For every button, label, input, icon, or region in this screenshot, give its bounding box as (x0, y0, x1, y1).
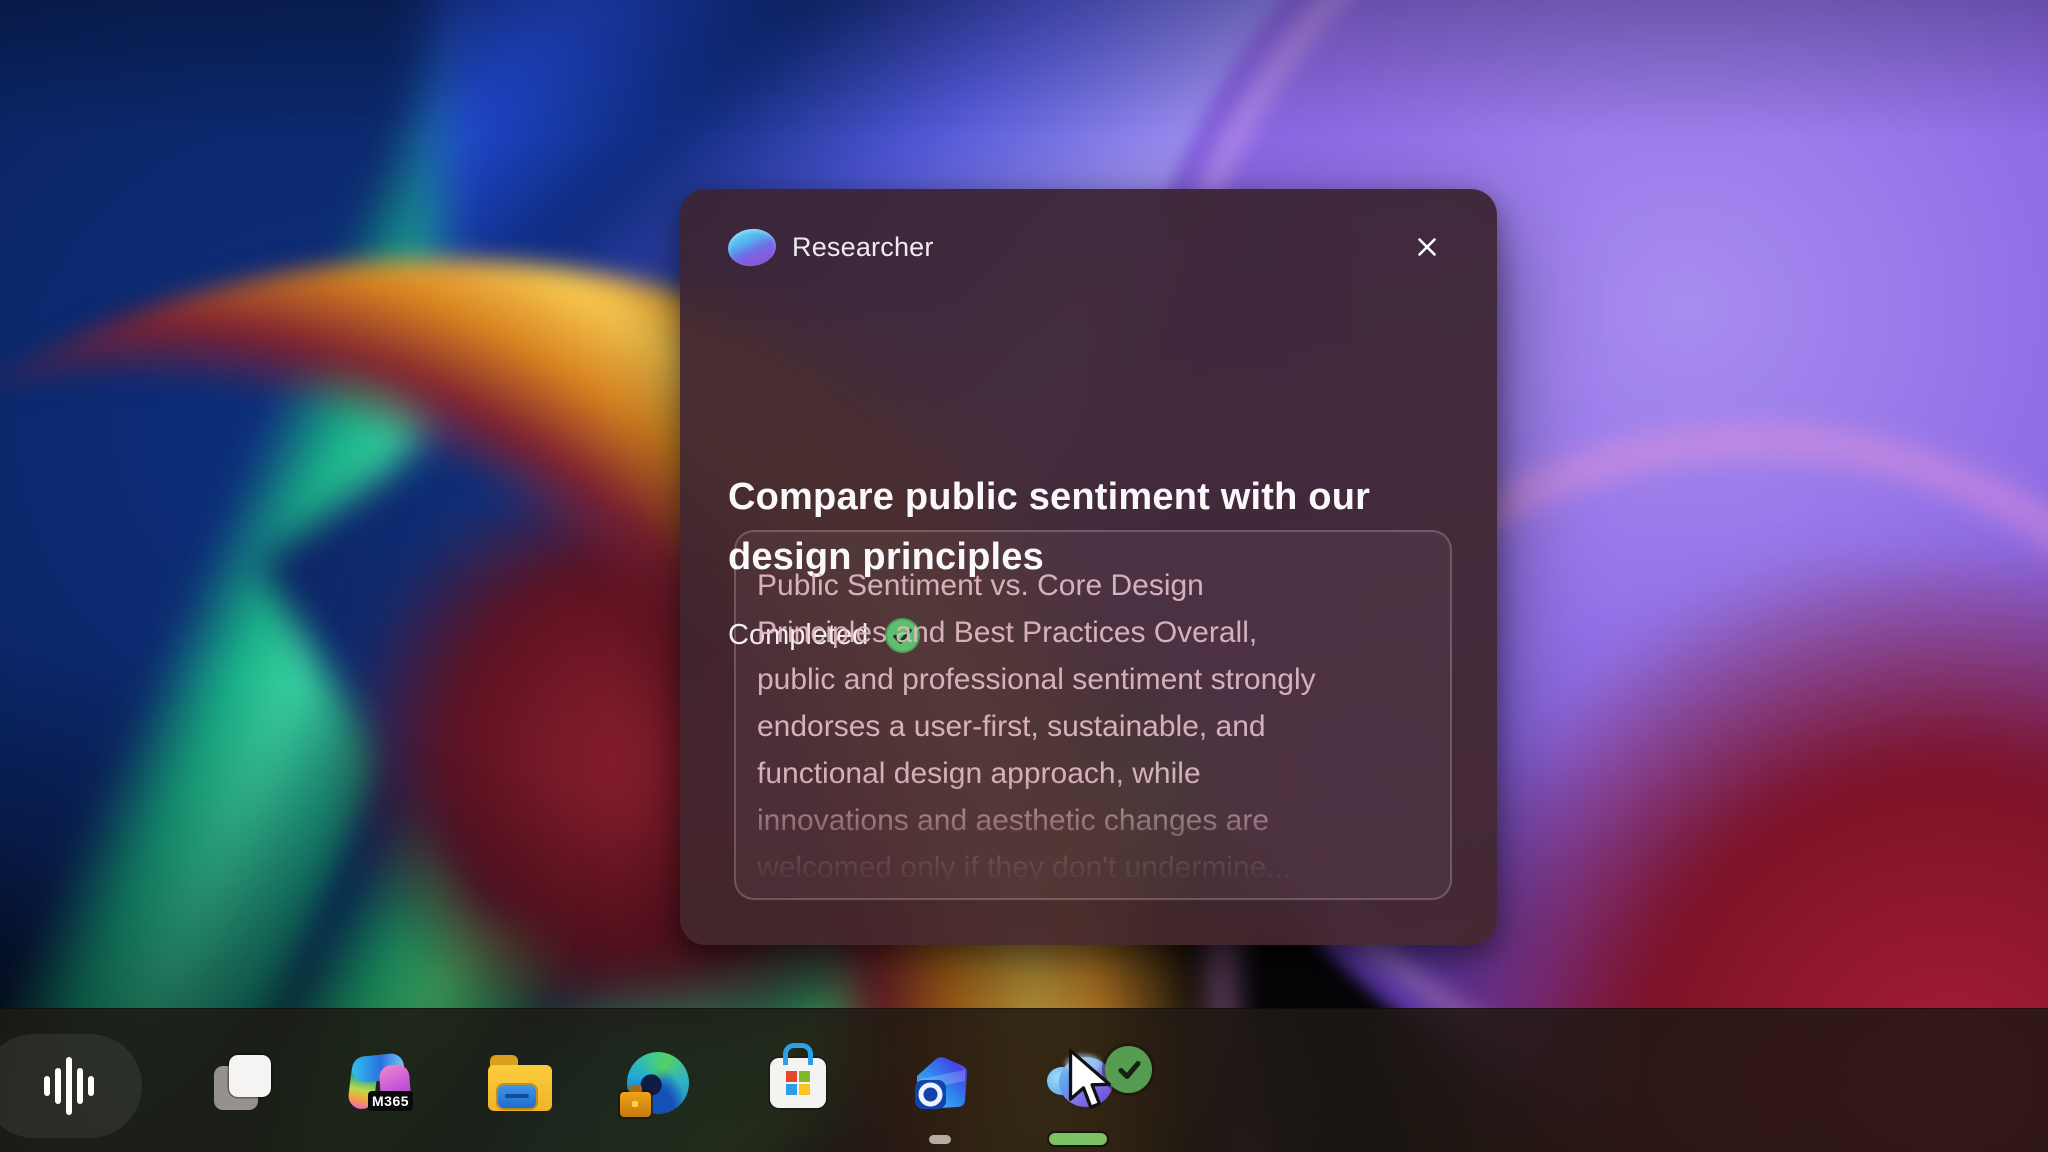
close-icon (1412, 232, 1442, 262)
taskbar-file-explorer-button[interactable] (480, 1043, 560, 1123)
copilot-active-indicator (1049, 1133, 1107, 1145)
m365-copilot-icon: M365 (346, 1049, 414, 1117)
microsoft-store-icon (770, 1058, 826, 1108)
taskbar-task-view-button[interactable] (203, 1043, 283, 1123)
taskbar-edge-button[interactable] (618, 1043, 698, 1123)
mouse-cursor-icon (1068, 1047, 1120, 1115)
edge-icon (627, 1052, 689, 1114)
m365-badge: M365 (368, 1091, 413, 1111)
taskbar-voice-indicator[interactable] (0, 1034, 142, 1138)
taskbar: M365 (0, 1008, 2048, 1152)
outlook-icon (908, 1053, 972, 1113)
researcher-card: Researcher Compare public sentiment with… (680, 189, 1497, 945)
researcher-app-icon (726, 226, 778, 269)
taskbar-outlook-button[interactable] (900, 1043, 980, 1123)
card-header: Researcher (728, 225, 1457, 269)
voice-waveform-icon (44, 1034, 94, 1138)
work-briefcase-icon (620, 1092, 651, 1117)
outlook-running-indicator (929, 1135, 951, 1144)
summary-box[interactable]: Public Sentiment vs. Core Design Princip… (734, 530, 1452, 900)
summary-text: Public Sentiment vs. Core Design Princip… (736, 532, 1450, 891)
taskbar-store-button[interactable] (758, 1043, 838, 1123)
task-view-icon (212, 1053, 274, 1113)
taskbar-m365-copilot-button[interactable]: M365 (340, 1043, 420, 1123)
researcher-app-name: Researcher (792, 232, 934, 263)
desktop: Researcher Compare public sentiment with… (0, 0, 2048, 1152)
file-explorer-icon (488, 1055, 552, 1111)
close-button[interactable] (1405, 225, 1449, 269)
